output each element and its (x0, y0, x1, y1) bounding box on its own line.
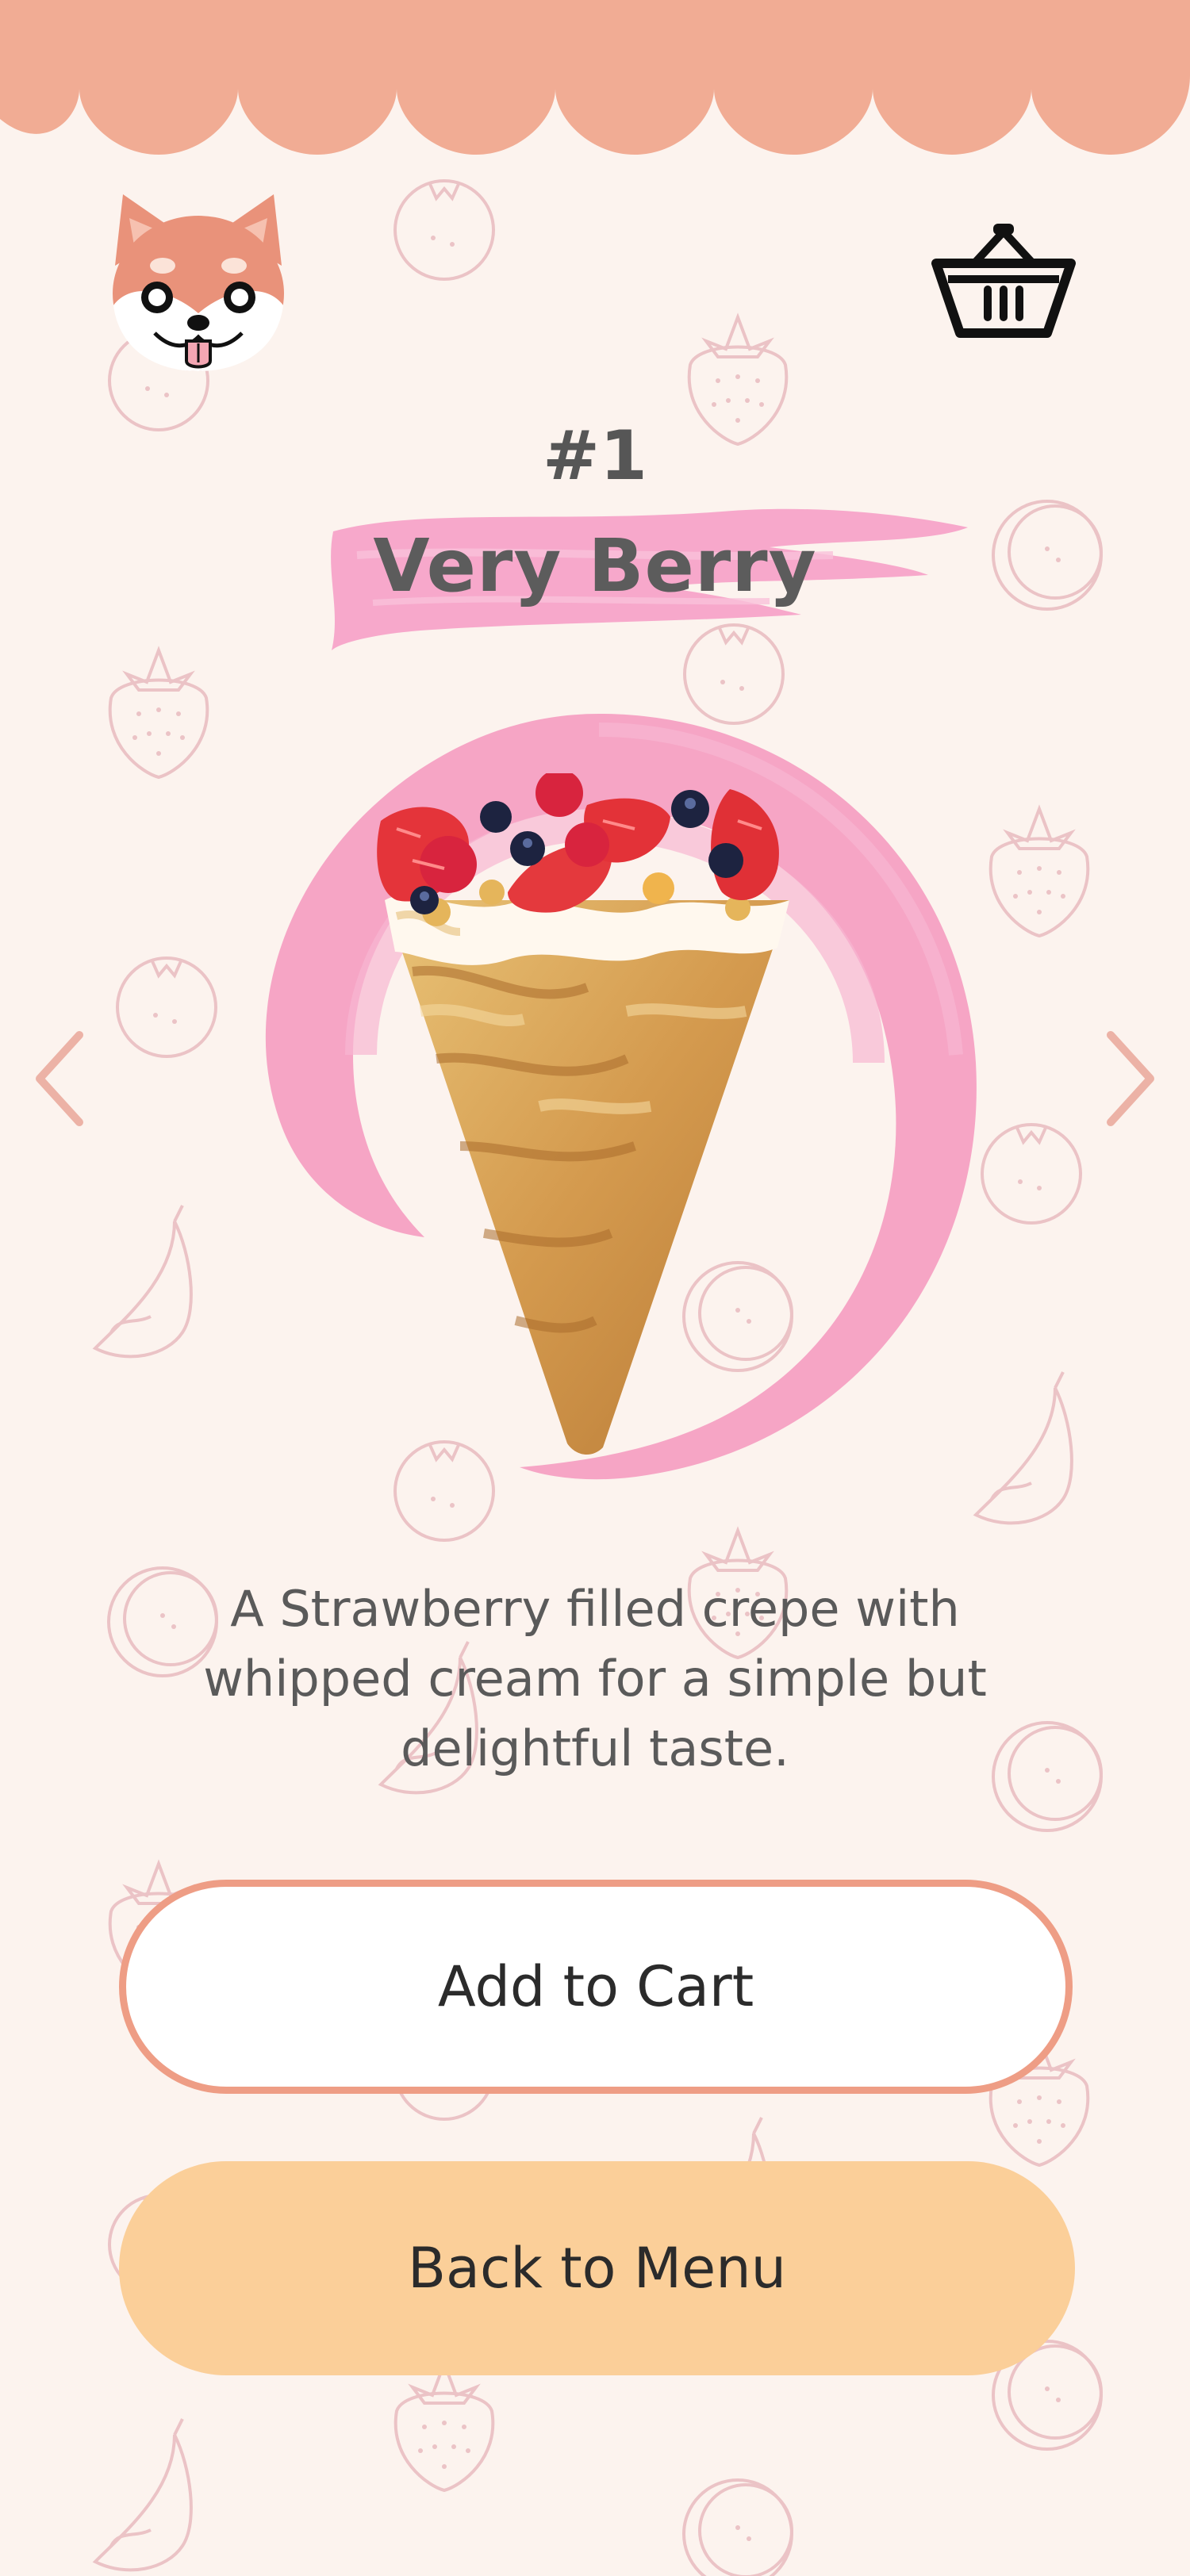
shiba-dog-avatar-icon (113, 194, 284, 371)
back-to-menu-button[interactable]: Back to Menu (119, 2161, 1075, 2375)
crepe-product-image (377, 773, 789, 1455)
chevron-right-icon[interactable] (1095, 1019, 1166, 1138)
shopping-basket-icon[interactable] (928, 214, 1079, 349)
header-scallop (0, 0, 1190, 155)
add-to-cart-button[interactable]: Add to Cart (119, 1880, 1073, 2094)
product-description: A Strawberry filled crepe with whipped c… (203, 1580, 987, 1777)
add-to-cart-label: Add to Cart (437, 1954, 754, 2019)
chevron-left-icon[interactable] (24, 1019, 95, 1138)
product-name: Very Berry (373, 523, 817, 608)
back-to-menu-label: Back to Menu (408, 2236, 786, 2301)
